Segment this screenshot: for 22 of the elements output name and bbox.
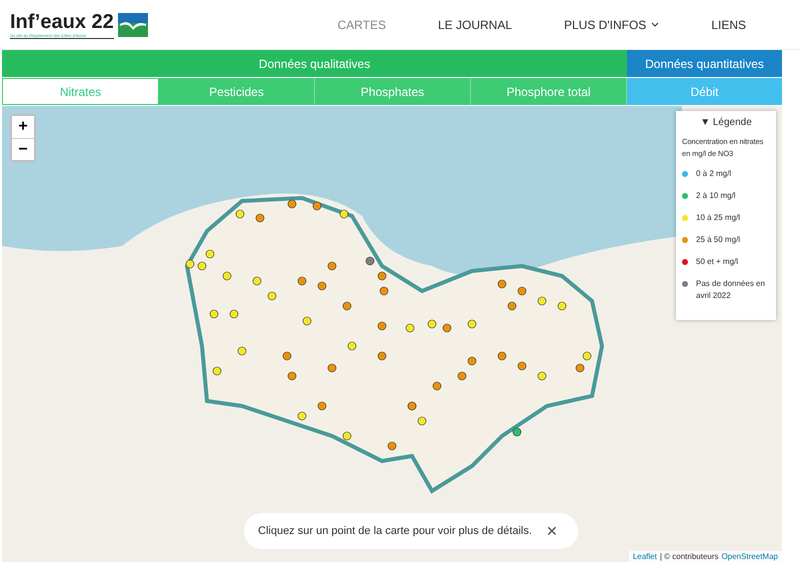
category-header: Données quantitatives bbox=[627, 50, 782, 78]
legend-title[interactable]: ▼ Légende bbox=[682, 117, 770, 128]
nav-link[interactable]: LIENS bbox=[685, 18, 772, 32]
leaflet-link[interactable]: Leaflet bbox=[632, 552, 657, 561]
close-button[interactable]: ✕ bbox=[546, 523, 558, 539]
legend-label: 0 à 2 mg/l bbox=[696, 168, 732, 180]
toast-message: Cliquez sur un point de la carte pour voir plus de détails. bbox=[258, 525, 532, 537]
legend-label: 50 et + mg/l bbox=[696, 256, 738, 268]
category-header: Données qualitatives bbox=[2, 50, 627, 78]
legend-label: 25 à 50 mg/l bbox=[696, 234, 740, 246]
legend-label: Pas de données en avril 2022 bbox=[696, 278, 766, 302]
attribution-text: | © contributeurs bbox=[660, 552, 719, 561]
legend-label: 2 à 10 mg/l bbox=[696, 190, 736, 202]
nav-link[interactable]: CARTES bbox=[312, 18, 412, 32]
logo-icon bbox=[118, 12, 148, 36]
nav-link[interactable]: LE JOURNAL bbox=[412, 18, 538, 32]
openstreetmap-link[interactable]: OpenStreetMap bbox=[722, 552, 778, 561]
zoom-out-button[interactable]: − bbox=[12, 138, 34, 160]
logo-title: Inf’eaux 22 bbox=[10, 10, 114, 32]
legend-label: 10 à 25 mg/l bbox=[696, 212, 740, 224]
nav-link[interactable]: PLUS D'INFOS bbox=[538, 18, 686, 32]
chevron-down-icon bbox=[651, 22, 660, 27]
